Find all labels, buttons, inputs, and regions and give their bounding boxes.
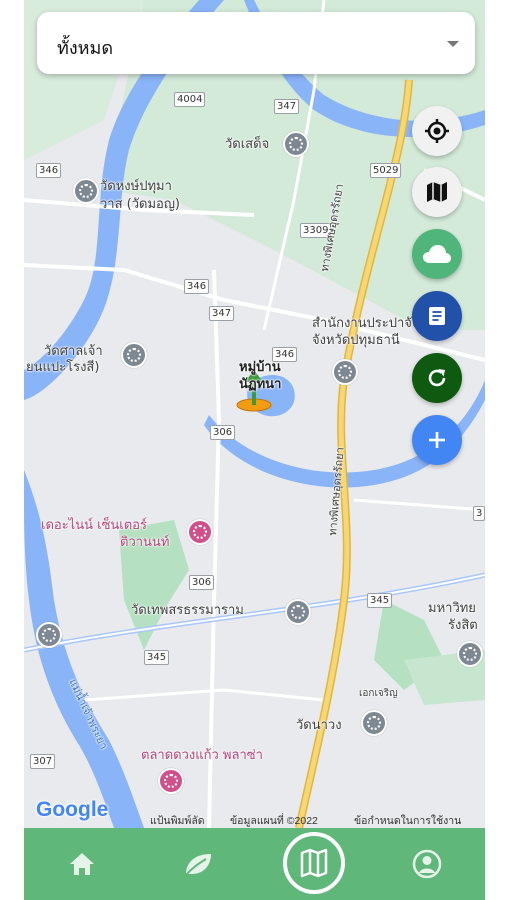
route-shield: 3 [473, 506, 485, 521]
google-logo: Google [36, 798, 108, 822]
cloud-icon [423, 245, 451, 263]
route-shield: 346 [184, 279, 210, 294]
place-label: วัดเสด็จ [225, 137, 270, 152]
temple-pin-icon[interactable] [121, 342, 147, 368]
place-label: ยนแปะโรงสี) [26, 360, 100, 375]
place-label: ตลาดดวงแก้ว พลาซ่า [141, 748, 263, 763]
refresh-button[interactable] [412, 353, 462, 403]
village-label: นัฏทนา [239, 377, 282, 392]
office-pin-icon[interactable] [332, 359, 358, 385]
route-shield: 4004 [174, 92, 206, 107]
route-shield: 307 [30, 754, 56, 769]
school-pin-icon[interactable] [457, 641, 483, 667]
route-shield: 306 [189, 575, 215, 590]
map-icon [427, 182, 447, 202]
attribution-data: ข้อมูลแผนที่ ©2022 [230, 815, 318, 827]
route-shield: 347 [274, 99, 300, 114]
route-shield: 345 [144, 650, 170, 665]
temple-pin-icon[interactable] [36, 622, 62, 648]
add-button[interactable] [412, 415, 462, 465]
nav-home-button[interactable] [60, 828, 104, 900]
map-type-button[interactable] [412, 167, 462, 217]
temple-pin-icon[interactable] [361, 710, 387, 736]
route-shield: 345 [367, 593, 393, 608]
leaf-icon [184, 854, 211, 877]
route-shield: 306 [210, 425, 236, 440]
village-label: หมู่บ้าน [239, 360, 281, 375]
place-label: วัดศาลเจ้า [44, 344, 103, 359]
plus-icon [429, 432, 445, 448]
crosshair-icon [425, 119, 449, 143]
google-logo-text: Google [36, 798, 109, 821]
map-icon [300, 848, 328, 878]
my-location-button[interactable] [412, 106, 462, 156]
refresh-icon [428, 369, 446, 387]
profile-icon [412, 849, 442, 879]
place-label: มหาวิทย [428, 601, 476, 616]
place-label: วัดเทพสรธรรมาราม [131, 603, 244, 618]
place-label: จังหวัดปทุมธานี [312, 333, 400, 348]
category-filter-dropdown[interactable]: ทั้งหมด [37, 12, 475, 74]
place-label: วัดหงษ์ปทุมา [100, 179, 172, 194]
place-label: วัดนาวง [296, 718, 342, 733]
report-button[interactable] [412, 291, 462, 341]
attribution-terms[interactable]: ข้อกำหนดในการใช้งาน [354, 812, 461, 829]
weather-button[interactable] [412, 229, 462, 279]
route-shield: 346 [36, 163, 62, 178]
temple-pin-icon[interactable] [73, 178, 99, 204]
category-filter-value: ทั้งหมด [57, 38, 114, 58]
bottom-navigation [24, 828, 485, 900]
place-label: ติวานนท์ [120, 535, 170, 550]
route-shield: 5029 [370, 163, 402, 178]
nav-leaf-button[interactable] [176, 828, 220, 900]
place-label: รังสิต [448, 618, 478, 633]
nav-map-button[interactable] [283, 832, 345, 894]
caret-down-icon [447, 41, 459, 47]
home-icon [70, 853, 94, 875]
nav-profile-button[interactable] [405, 828, 449, 900]
shopping-pin-icon[interactable] [187, 519, 213, 545]
market-pin-icon[interactable] [158, 768, 184, 794]
route-shield: 347 [209, 306, 235, 321]
place-label: เดอะไนน์ เซ็นเตอร์ [41, 518, 147, 533]
place-label: วาส (วัดมอญ) [100, 197, 181, 212]
temple-pin-icon[interactable] [283, 131, 309, 157]
attribution-shortcuts[interactable]: แป้นพิมพ์ลัด [150, 812, 205, 829]
street-label: เอกเจริญ [359, 688, 398, 699]
document-icon [429, 307, 445, 325]
temple-pin-icon[interactable] [285, 599, 311, 625]
